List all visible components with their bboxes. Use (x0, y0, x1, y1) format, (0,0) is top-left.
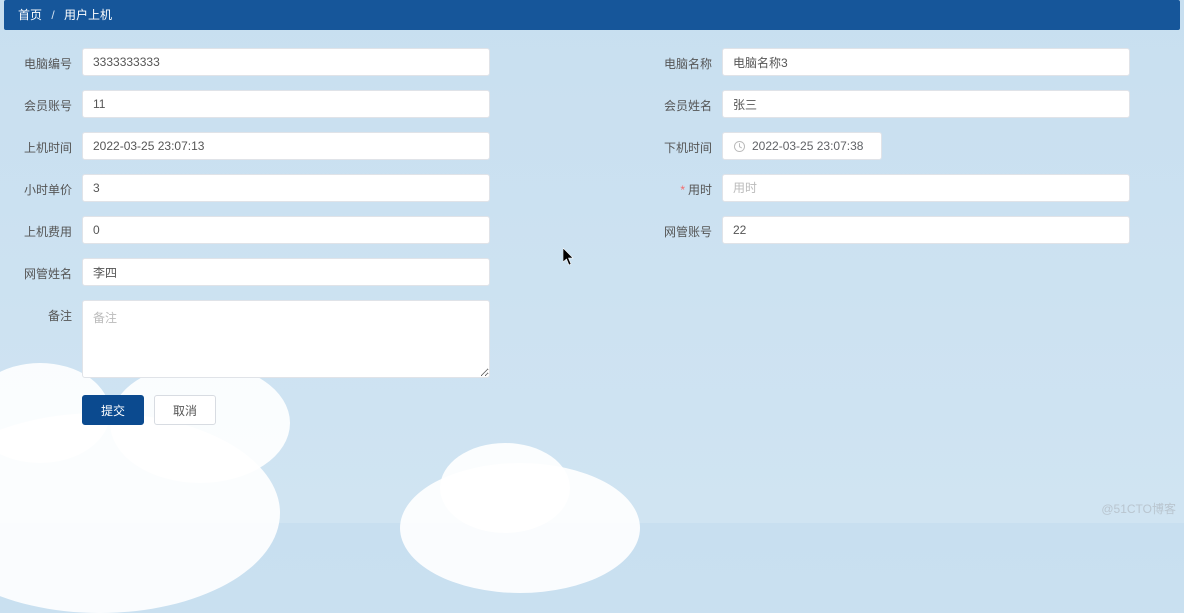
textarea-remark[interactable] (82, 300, 490, 378)
label-start-time: 上机时间 (20, 132, 82, 156)
label-computer-no: 电脑编号 (20, 48, 82, 72)
datetime-end-time[interactable]: 2022-03-25 23:07:38 (722, 132, 882, 160)
watermark: @51CTO博客 (1101, 500, 1176, 517)
form-container: 电脑编号 会员账号 上机时间 小时单价 上机费用 网管姓名 备注 提交 (0, 30, 1184, 443)
input-admin-acct[interactable] (722, 216, 1130, 244)
breadcrumb-current: 用户上机 (64, 8, 112, 22)
label-member-acct: 会员账号 (20, 90, 82, 114)
input-start-time[interactable] (82, 132, 490, 160)
input-duration[interactable] (722, 174, 1130, 202)
breadcrumb: 首页 / 用户上机 (4, 0, 1180, 30)
submit-button[interactable]: 提交 (82, 395, 144, 425)
label-duration: *用时 (660, 174, 722, 198)
label-use-fee: 上机费用 (20, 216, 82, 240)
input-computer-name[interactable] (722, 48, 1130, 76)
label-end-time: 下机时间 (660, 132, 722, 156)
datetime-end-time-text: 2022-03-25 23:07:38 (752, 139, 863, 153)
cursor-icon (563, 248, 575, 266)
label-computer-name: 电脑名称 (660, 48, 722, 72)
input-use-fee[interactable] (82, 216, 490, 244)
input-hour-price[interactable] (82, 174, 490, 202)
input-computer-no[interactable] (82, 48, 490, 76)
label-admin-name: 网管姓名 (20, 258, 82, 282)
cancel-button[interactable]: 取消 (154, 395, 216, 425)
label-member-name: 会员姓名 (660, 90, 722, 114)
breadcrumb-home[interactable]: 首页 (18, 8, 42, 22)
input-member-acct[interactable] (82, 90, 490, 118)
input-admin-name[interactable] (82, 258, 490, 286)
input-member-name[interactable] (722, 90, 1130, 118)
clock-icon (733, 140, 746, 153)
label-remark: 备注 (20, 300, 82, 324)
label-hour-price: 小时单价 (20, 174, 82, 198)
label-admin-acct: 网管账号 (660, 216, 722, 240)
breadcrumb-separator: / (51, 8, 54, 22)
